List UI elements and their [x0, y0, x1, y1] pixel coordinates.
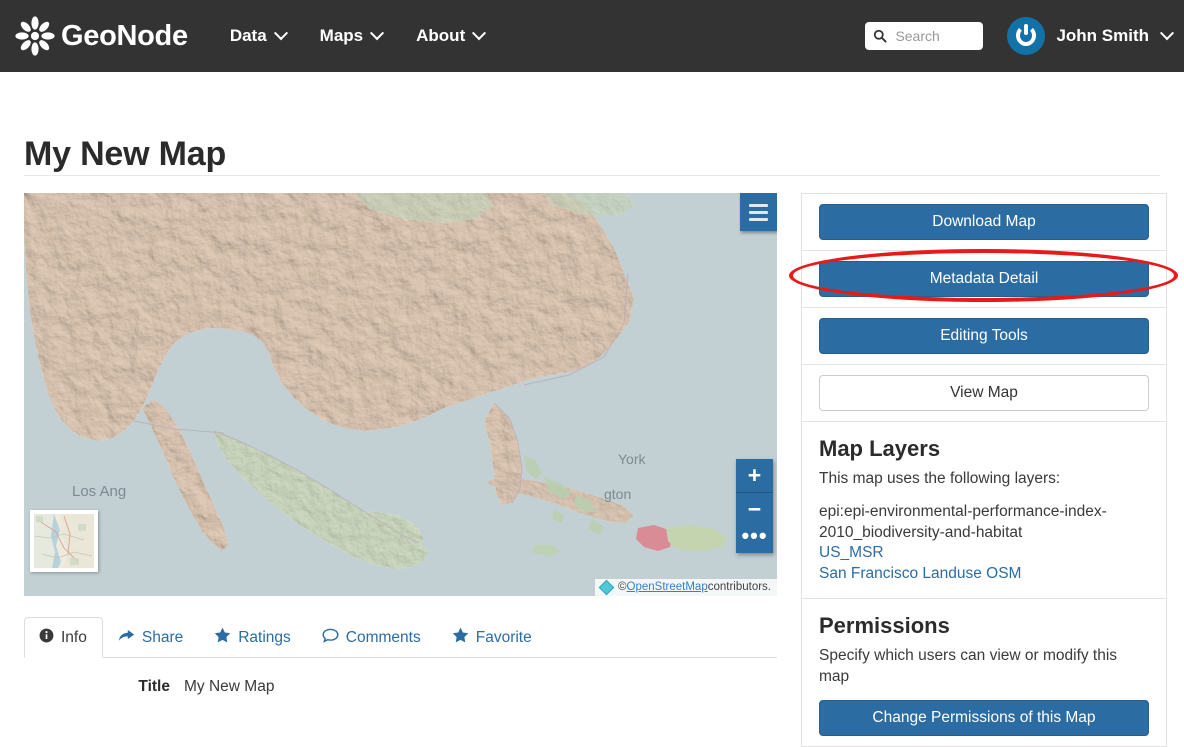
chevron-down-icon: [370, 26, 385, 41]
user-menu-chevron-down-icon[interactable]: [1159, 26, 1175, 41]
username-label[interactable]: John Smith: [1056, 26, 1149, 46]
geonode-flower-logo-icon: [14, 15, 56, 57]
attribution-prefix: ©: [618, 581, 627, 593]
map-layers-list: epi:epi-environmental-performance-index-…: [819, 502, 1149, 584]
tab-info[interactable]: Info: [24, 617, 103, 658]
nav-item-data[interactable]: Data: [213, 0, 303, 72]
hamburger-menu-icon: [749, 202, 768, 223]
top-navbar: GeoNode Data Maps About Search John Smit…: [0, 0, 1184, 72]
editing-tools-button[interactable]: Editing Tools: [819, 318, 1149, 354]
info-title-label: Title: [138, 678, 170, 695]
star-icon: [452, 627, 469, 648]
editing-tools-block: Editing Tools: [802, 308, 1166, 365]
title-divider: [24, 175, 1160, 176]
map-zoom-controls: + − •••: [736, 459, 773, 553]
search-icon: [873, 29, 887, 43]
view-map-button[interactable]: View Map: [819, 375, 1149, 411]
comment-bubble-icon: [322, 628, 339, 648]
permissions-description: Specify which users can view or modify t…: [819, 647, 1118, 686]
map-basemap-image: [24, 193, 777, 596]
tab-ratings[interactable]: Ratings: [199, 616, 307, 658]
map-layers-heading: Map Layers: [819, 436, 941, 461]
tab-share[interactable]: Share: [103, 617, 199, 658]
nav-item-data-label: Data: [229, 26, 267, 45]
map-layer-link[interactable]: US_MSR: [819, 543, 1149, 564]
map-layers-description: This map uses the following layers:: [819, 470, 1061, 487]
download-map-block: Download Map: [802, 194, 1166, 251]
tab-comments[interactable]: Comments: [307, 617, 437, 658]
primary-nav: Data Maps About: [213, 0, 501, 72]
avatar-stem: [1024, 24, 1029, 35]
zoom-in-button[interactable]: +: [736, 459, 773, 493]
download-map-button[interactable]: Download Map: [819, 204, 1149, 240]
map-attribution: © OpenStreetMap contributors.: [595, 579, 777, 596]
info-title-value: My New Map: [184, 678, 275, 695]
brand-text: GeoNode: [61, 19, 188, 52]
map-viewer[interactable]: Los Ang York gton La Habana The Bahamas …: [24, 193, 777, 596]
search-box[interactable]: [865, 22, 984, 50]
nav-item-maps[interactable]: Maps: [303, 0, 399, 72]
tab-favorite[interactable]: Favorite: [437, 616, 548, 658]
permissions-heading: Permissions: [819, 613, 950, 639]
chevron-down-icon: [273, 26, 288, 41]
search-input[interactable]: [893, 27, 982, 45]
map-layers-block: Map Layers This map uses the following l…: [802, 422, 1166, 600]
brand-link[interactable]: GeoNode: [14, 15, 188, 57]
change-permissions-button[interactable]: Change Permissions of this Map: [819, 700, 1149, 737]
view-map-block: View Map: [802, 365, 1166, 422]
attribution-suffix: contributors.: [707, 581, 771, 593]
navbar-right: John Smith: [865, 0, 1175, 72]
map-layer-item: epi:epi-environmental-performance-index-…: [819, 502, 1107, 541]
tab-comments-label: Comments: [345, 629, 421, 646]
star-icon: [214, 627, 231, 648]
overview-minimap[interactable]: [30, 510, 98, 572]
attribution-link[interactable]: OpenStreetMap: [627, 581, 708, 593]
nav-item-about[interactable]: About: [399, 0, 501, 72]
map-more-options-button[interactable]: •••: [736, 519, 773, 553]
layers-diamond-icon: [598, 579, 615, 595]
map-layer-link[interactable]: San Francisco Landuse OSM: [819, 564, 1149, 585]
info-title-row: Title My New Map: [24, 678, 777, 696]
nav-item-maps-label: Maps: [319, 26, 364, 45]
nav-item-about-label: About: [416, 26, 466, 45]
user-avatar-icon[interactable]: [1007, 17, 1046, 55]
detail-tabs: Info Share Ratings Comments Favorite: [24, 616, 777, 658]
metadata-detail-block: Metadata Detail: [802, 251, 1166, 308]
chevron-down-icon: [472, 26, 487, 41]
map-menu-button[interactable]: [740, 193, 777, 231]
share-arrow-icon: [118, 628, 135, 648]
permissions-block: Permissions Specify which users can view…: [802, 599, 1166, 747]
tab-share-label: Share: [141, 629, 184, 646]
map-label: Los Ang: [72, 483, 127, 500]
info-circle-icon: [39, 628, 54, 648]
metadata-detail-button[interactable]: Metadata Detail: [819, 261, 1149, 297]
tab-favorite-label: Favorite: [475, 628, 532, 646]
tab-info-label: Info: [61, 629, 87, 646]
page-title: My New Map: [24, 134, 227, 173]
tab-ratings-label: Ratings: [238, 628, 291, 646]
map-label: York: [618, 451, 646, 467]
map-label: gton: [604, 486, 632, 502]
map-actions-sidebar: Download Map Metadata Detail Editing Too…: [801, 193, 1167, 747]
